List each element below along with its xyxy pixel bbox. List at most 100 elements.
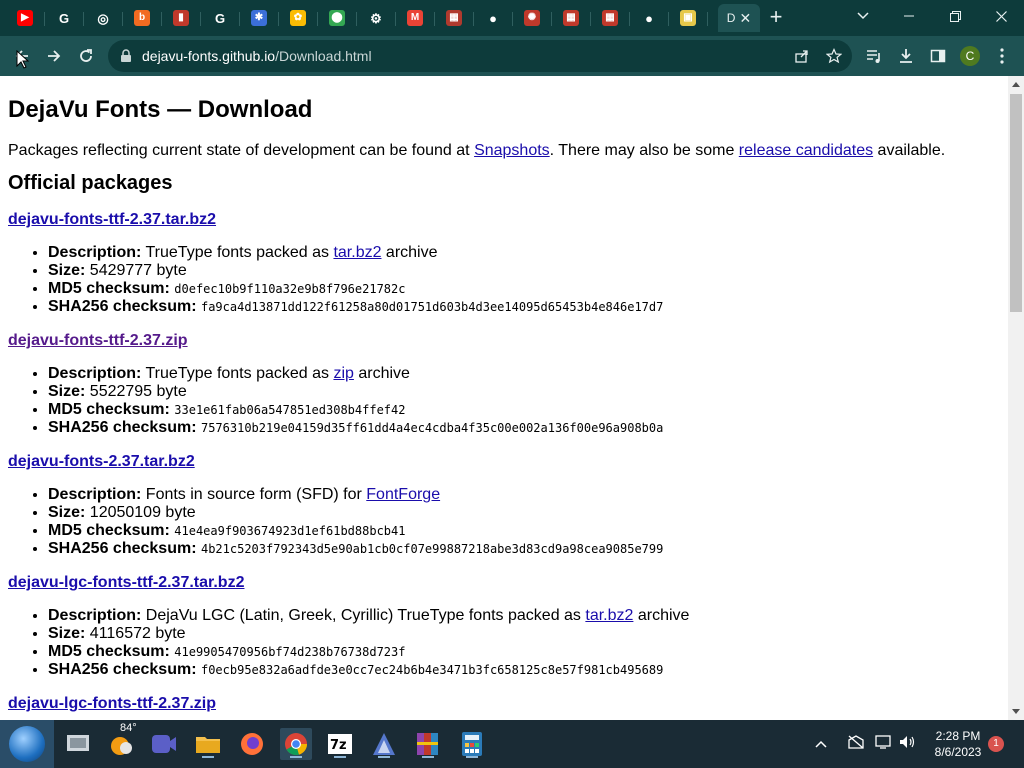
description-link[interactable]: FontForge [366,486,440,503]
app-favicon-icon: ▮ [173,10,189,26]
vertical-scrollbar[interactable] [1008,76,1024,720]
notification-badge[interactable]: 1 [988,736,1004,752]
red-app-favicon-icon: ▦ [563,10,579,26]
taskbar-calculator[interactable] [456,728,488,760]
books-icon [417,733,438,755]
chevron-down-icon [857,12,869,20]
scroll-thumb[interactable] [1010,94,1022,312]
taskbar-file-explorer[interactable] [192,728,224,760]
tab-1[interactable]: G [45,4,84,32]
url-text[interactable]: dejavu-fonts.github.io/Download.html [142,48,372,64]
package-link[interactable]: dejavu-fonts-2.37.tar.bz2 [8,453,195,471]
package-section: dejavu-lgc-fonts-ttf-2.37.tar.bz2 Descrip… [8,574,1000,679]
minimize-icon [904,15,914,17]
system-clock[interactable]: 2:28 PM 8/6/2023 [928,728,988,760]
tab-7[interactable]: ✿ [279,4,318,32]
taskbar: 84° 7z 2:28 PM 8/6/2023 1 [0,720,1024,768]
detail-sha256: SHA256 checksum: 7576310b219e04159d35ff6… [48,419,1000,437]
media-control-button[interactable] [860,42,888,70]
detail-sha256: SHA256 checksum: fa9ca4d13871dd122f61258… [48,298,1000,316]
taskbar-task-view[interactable] [62,728,94,760]
new-tab-button[interactable]: + [764,6,788,30]
blogger-favicon-icon: b [134,10,150,26]
bookmark-button[interactable] [820,42,848,70]
tab-15[interactable]: ▦ [591,4,630,32]
taskbar-7zip[interactable]: 7z [324,728,356,760]
browser-toolbar: dejavu-fonts.github.io/Download.html C [0,36,1024,76]
tab-9[interactable]: ⚙ [357,4,396,32]
tab-6[interactable]: ✱ [240,4,279,32]
menu-button[interactable] [988,42,1016,70]
forward-button[interactable] [40,42,68,70]
taskbar-winrar[interactable] [412,728,444,760]
clock-date: 8/6/2023 [934,745,982,759]
url-host: dejavu-fonts.github.io [142,48,276,64]
tab-3[interactable]: b [123,4,162,32]
tab-11[interactable]: ▦ [435,4,474,32]
package-link-partial[interactable]: dejavu-lgc-fonts-ttf-2.37.zip [8,695,216,713]
tab-search-button[interactable] [840,0,886,32]
network-off-icon[interactable] [840,734,872,755]
release-candidates-link[interactable]: release candidates [739,142,873,159]
reload-button[interactable] [72,42,100,70]
tab-10[interactable]: M [396,4,435,32]
sha256-value: 7576310b219e04159d35ff61dd4a4ec4cdba4f35… [200,421,664,435]
tab-strip: ▶ G ◎ b ▮ G ✱ ✿ ⬤ ⚙ M ▦ ● ✺ ▦ ▦ ● ▣ D ✕ + [0,0,1024,36]
weather-sun-icon [111,737,132,755]
tab-2[interactable]: ◎ [84,4,123,32]
snapshots-link[interactable]: Snapshots [474,142,550,159]
address-bar[interactable]: dejavu-fonts.github.io/Download.html [108,40,852,72]
tab-5[interactable]: G [201,4,240,32]
profile-button[interactable]: C [956,42,984,70]
package-link[interactable]: dejavu-lgc-fonts-ttf-2.37.tar.bz2 [8,574,244,592]
tab-16[interactable]: ● [630,4,669,32]
restore-button[interactable] [932,0,978,32]
close-tab-icon[interactable]: ✕ [739,10,751,27]
github-favicon-icon: ● [645,10,653,26]
tab-17[interactable]: ▣ [669,4,708,32]
side-panel-button[interactable] [924,42,952,70]
taskbar-video-app[interactable] [148,728,180,760]
tab-12[interactable]: ● [474,4,513,32]
lock-icon[interactable] [120,49,132,63]
taskbar-chrome[interactable] [280,728,312,760]
scroll-up-arrow-icon[interactable] [1012,82,1020,87]
calculator-icon [462,732,482,756]
tab-4[interactable]: ▮ [162,4,201,32]
folder-icon [196,737,220,753]
show-hidden-icons-button[interactable] [810,735,832,753]
label-md5: MD5 checksum: [48,522,170,539]
taskbar-firefox[interactable] [236,728,268,760]
label-description: Description: [48,486,142,503]
tab-14[interactable]: ▦ [552,4,591,32]
detail-size: Size: 5429777 byte [48,262,1000,280]
volume-icon[interactable] [896,734,920,755]
weather-temp: 84° [120,722,137,734]
description-text: Fonts in source form (SFD) for [141,486,367,503]
taskbar-app-a[interactable] [368,728,400,760]
tab-13[interactable]: ✺ [513,4,552,32]
label-description: Description: [48,365,142,382]
tab-0[interactable]: ▶ [6,4,45,32]
tab-active[interactable]: D ✕ [718,4,760,32]
description-link[interactable]: tar.bz2 [585,607,633,624]
detail-sha256: SHA256 checksum: 4b21c5203f792343d5e90ab… [48,540,1000,558]
description-link[interactable]: zip [333,365,353,382]
display-icon[interactable] [872,734,896,755]
downloads-button[interactable] [892,42,920,70]
share-button[interactable] [788,42,816,70]
close-window-button[interactable] [978,0,1024,32]
package-link[interactable]: dejavu-fonts-ttf-2.37.tar.bz2 [8,211,216,229]
running-indicator [334,756,346,758]
start-button[interactable] [0,720,54,768]
label-description: Description: [48,244,142,261]
minimize-button[interactable] [886,0,932,32]
scroll-down-arrow-icon[interactable] [1012,709,1020,714]
tab-8[interactable]: ⬤ [318,4,357,32]
detail-md5: MD5 checksum: 41e4ea9f903674923d1ef61bd8… [48,522,1000,540]
package-link[interactable]: dejavu-fonts-ttf-2.37.zip [8,332,188,350]
size-value: 5522795 byte [85,383,187,400]
video-camera-icon [152,735,176,753]
taskbar-weather[interactable]: 84° [106,722,138,760]
description-link[interactable]: tar.bz2 [333,244,381,261]
